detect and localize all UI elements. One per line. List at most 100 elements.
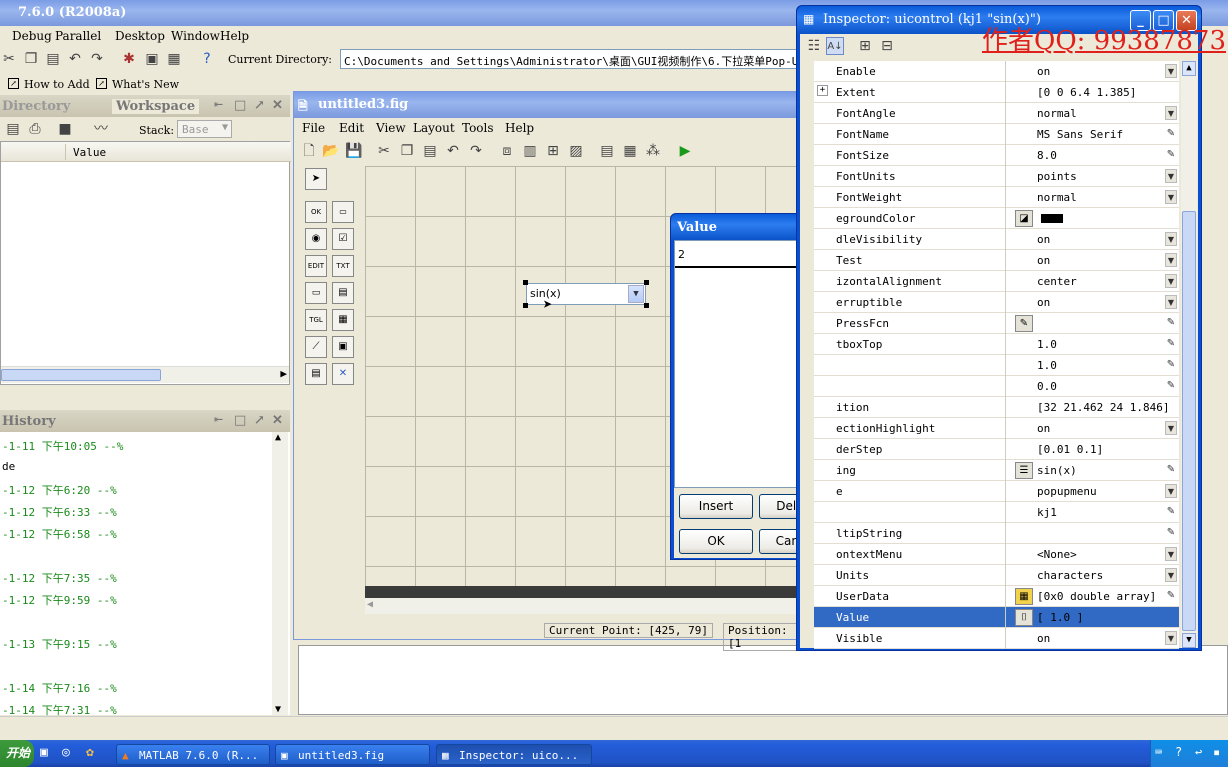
buttongroup-tool-icon[interactable]: ▤ xyxy=(305,363,327,385)
property-row[interactable]: ing ☰ sin(x) ✎ xyxy=(814,460,1179,481)
guide-menu-file[interactable]: File xyxy=(302,121,325,135)
paste-icon[interactable]: ▤ xyxy=(421,142,439,160)
undock-icon[interactable]: ⇤ xyxy=(214,98,223,111)
cut-icon[interactable]: ✂ xyxy=(0,50,18,68)
property-row[interactable]: izontalAlignment center ▼ xyxy=(814,271,1179,292)
menu-debug[interactable]: Debug xyxy=(12,29,52,43)
chevron-down-icon[interactable]: ▼ xyxy=(1165,253,1177,267)
property-row[interactable]: FontUnits points ▼ xyxy=(814,166,1179,187)
insert-button[interactable]: Insert xyxy=(679,494,753,519)
shortcut-how-to-add[interactable]: How to Add xyxy=(24,78,90,91)
menu-editor-icon[interactable]: ▥ xyxy=(521,142,539,160)
align-icon[interactable]: ⧈ xyxy=(498,142,516,160)
save-icon[interactable]: 💾 xyxy=(345,142,363,160)
string-editor-icon[interactable]: ☰ xyxy=(1015,462,1033,479)
plot-icon[interactable]: 〰 xyxy=(92,120,110,138)
scroll-up-icon[interactable]: ▲ xyxy=(1182,61,1196,76)
command-window-area[interactable] xyxy=(298,645,1228,715)
collapse-all-icon[interactable]: ⊟ xyxy=(878,37,896,55)
scroll-up-icon[interactable]: ▲ xyxy=(275,432,281,443)
chevron-down-icon[interactable]: ▼ xyxy=(1165,421,1177,435)
guide-title-bar[interactable]: 🗎 untitled3.fig xyxy=(294,92,804,118)
expand-icon[interactable]: + xyxy=(817,85,828,96)
property-row[interactable]: FontWeight normal ▼ xyxy=(814,187,1179,208)
property-row[interactable]: Visible on ▼ xyxy=(814,628,1179,649)
property-row[interactable]: + Extent [0 0 6.4 1.385] xyxy=(814,82,1179,103)
history-entry[interactable]: -1-13 下午9:15 --% xyxy=(2,636,117,652)
keyboard-icon[interactable]: ⌨ xyxy=(1155,745,1162,759)
run-icon[interactable]: ▶ xyxy=(676,142,694,160)
print-icon[interactable]: ⎙ xyxy=(26,120,44,138)
pencil-icon[interactable]: ✎ xyxy=(1165,358,1177,372)
property-row[interactable]: ontextMenu <None> ▼ xyxy=(814,544,1179,565)
new-icon[interactable]: 🗋 xyxy=(300,142,318,160)
property-row[interactable]: FontAngle normal ▼ xyxy=(814,103,1179,124)
property-row[interactable]: Value ⌷ [ 1.0 ] xyxy=(814,607,1179,628)
pencil-icon[interactable]: ✎ xyxy=(1165,505,1177,519)
pencil-icon[interactable]: ✎ xyxy=(1165,148,1177,162)
property-value[interactable]: normal xyxy=(1037,191,1077,204)
property-value[interactable]: center xyxy=(1037,275,1077,288)
property-row[interactable]: 1.0 ✎ xyxy=(814,355,1179,376)
property-row[interactable]: tboxTop 1.0 ✎ xyxy=(814,334,1179,355)
menu-desktop[interactable]: Desktop xyxy=(115,29,165,43)
slider-tool-icon[interactable]: ▭ xyxy=(332,201,354,223)
col-value[interactable]: Value xyxy=(73,146,106,159)
chevron-down-icon[interactable]: ▼ xyxy=(1165,631,1177,645)
open-icon[interactable]: 📂 xyxy=(322,142,340,160)
undo-icon[interactable]: ↶ xyxy=(444,142,462,160)
guide-icon[interactable]: ▣ xyxy=(143,50,161,68)
property-row[interactable]: 0.0 ✎ xyxy=(814,376,1179,397)
undo-icon[interactable]: ↶ xyxy=(66,50,84,68)
chevron-down-icon[interactable]: ▼ xyxy=(1165,169,1177,183)
chevron-down-icon[interactable]: ▼ xyxy=(1165,190,1177,204)
property-value[interactable]: MS Sans Serif xyxy=(1037,128,1123,141)
vscroll-thumb[interactable] xyxy=(1182,211,1196,631)
help-icon[interactable]: ? xyxy=(1175,745,1182,759)
shortcut-whats-new[interactable]: What's New xyxy=(112,78,179,91)
maximize-icon[interactable]: □ xyxy=(234,98,246,113)
workspace-hscrollbar[interactable]: ▶ xyxy=(1,366,289,383)
start-button[interactable]: 开始 xyxy=(0,740,34,767)
property-row[interactable]: erruptible on ▼ xyxy=(814,292,1179,313)
property-row[interactable]: e popupmenu ▼ xyxy=(814,481,1179,502)
chevron-down-icon[interactable]: ▼ xyxy=(1165,232,1177,246)
property-row[interactable]: Test on ▼ xyxy=(814,250,1179,271)
property-value[interactable]: points xyxy=(1037,170,1077,183)
menu-parallel[interactable]: Parallel xyxy=(55,29,101,43)
maximize-icon[interactable]: □ xyxy=(234,413,246,428)
toolbar-editor-icon[interactable]: ▨ xyxy=(567,142,585,160)
property-row[interactable]: Enable on ▼ xyxy=(814,61,1179,82)
property-value[interactable]: on xyxy=(1037,422,1050,435)
guide-menu-view[interactable]: View xyxy=(376,121,406,135)
redo-icon[interactable]: ↷ xyxy=(88,50,106,68)
property-value[interactable]: on xyxy=(1037,254,1050,267)
tray-arrow-icon[interactable]: ↩ xyxy=(1195,745,1202,759)
close-icon[interactable]: ✕ xyxy=(272,98,283,113)
property-row[interactable]: egroundColor ◪ xyxy=(814,208,1179,229)
listbox-tool-icon[interactable]: ▤ xyxy=(332,282,354,304)
pencil-icon[interactable]: ✎ xyxy=(1165,127,1177,141)
property-value[interactable]: on xyxy=(1037,632,1050,645)
scroll-right-icon[interactable]: ▶ xyxy=(280,367,287,380)
property-inspector-icon[interactable]: ▦ xyxy=(621,142,639,160)
callback-icon[interactable]: ✎ xyxy=(1015,315,1033,332)
menu-help[interactable]: Help xyxy=(220,29,249,43)
help-icon[interactable]: ? xyxy=(198,50,216,68)
task-inspector[interactable]: ▦ Inspector: uico... xyxy=(436,744,592,765)
profiler-icon[interactable]: ▦ xyxy=(165,50,183,68)
scroll-down-icon[interactable]: ▼ xyxy=(275,704,281,715)
property-row[interactable]: FontName MS Sans Serif ✎ xyxy=(814,124,1179,145)
property-value[interactable]: on xyxy=(1037,233,1050,246)
new-var-icon[interactable]: ▤ xyxy=(4,120,22,138)
property-row[interactable]: UserData ▦ [0x0 double array] ✎ xyxy=(814,586,1179,607)
property-value[interactable]: kj1 xyxy=(1037,506,1057,519)
tab-directory[interactable]: Directory xyxy=(2,99,70,114)
property-value[interactable]: [32 21.462 24 1.846] xyxy=(1037,401,1169,414)
property-row[interactable]: ition [32 21.462 24 1.846] xyxy=(814,397,1179,418)
sort-alpha-icon[interactable]: A↓ xyxy=(826,37,844,55)
dock-icon[interactable]: ↗ xyxy=(254,413,265,428)
inspector-vscrollbar[interactable]: ▲ ▼ xyxy=(1181,61,1197,648)
history-entry[interactable]: -1-12 下午6:58 --% xyxy=(2,526,117,542)
history-entry[interactable]: de xyxy=(2,460,15,473)
